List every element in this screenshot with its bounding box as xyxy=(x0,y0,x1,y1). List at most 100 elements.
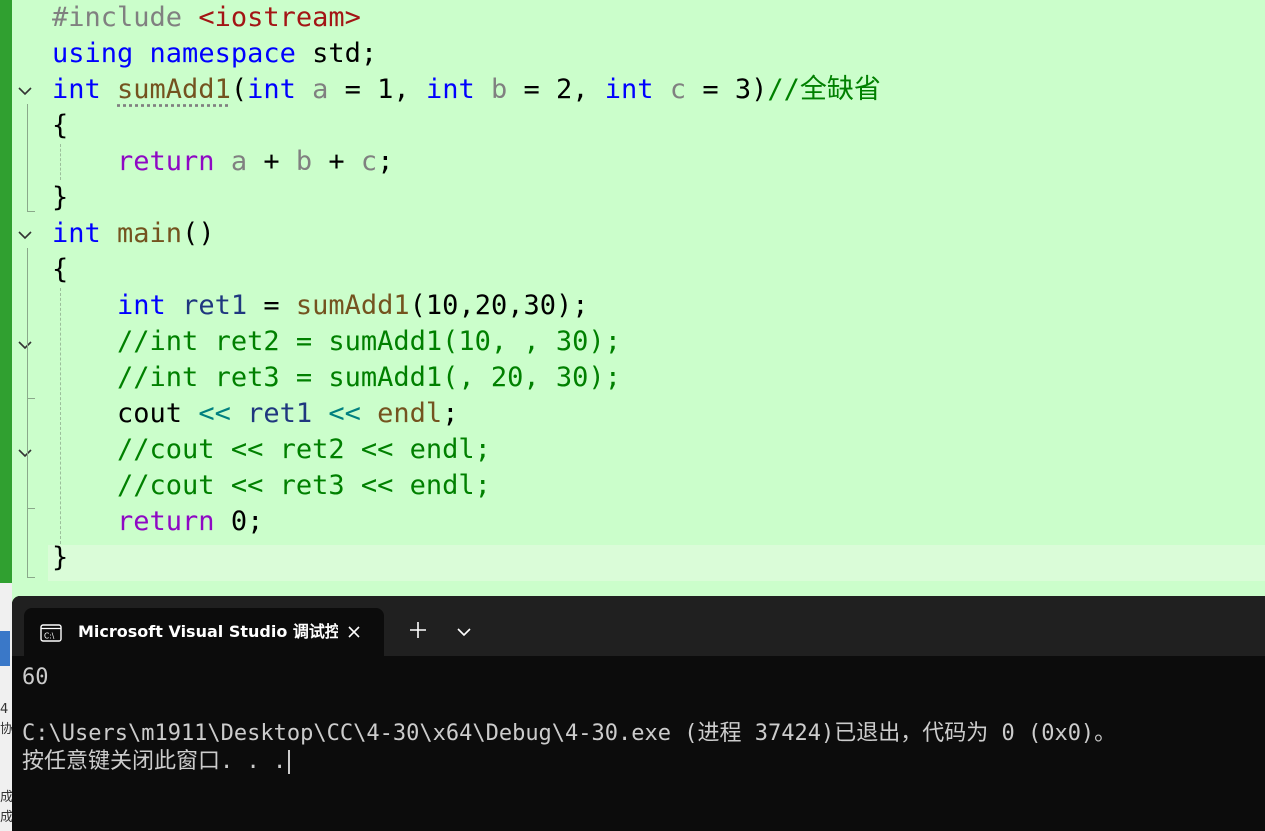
code-token: = 1, xyxy=(328,74,426,105)
code-token: ( xyxy=(230,74,248,105)
terminal-titlebar[interactable]: C:\ Microsoft Visual Studio 调试控 xyxy=(12,596,1265,656)
chevron-down-icon[interactable] xyxy=(452,620,476,644)
fold-toggle-icon[interactable] xyxy=(16,336,34,354)
fold-range-end xyxy=(27,508,35,509)
code-line[interactable]: { xyxy=(52,252,68,288)
code-token: = 3) xyxy=(686,74,768,105)
fold-toggle-icon[interactable] xyxy=(16,82,34,100)
code-line[interactable]: int main() xyxy=(52,216,215,252)
console-icon: C:\ xyxy=(40,624,62,642)
code-line[interactable]: //cout << ret2 << endl; xyxy=(52,432,491,468)
debug-console-window[interactable]: C:\ Microsoft Visual Studio 调试控 60 C:\Us… xyxy=(12,596,1265,831)
fold-range-line xyxy=(27,104,28,212)
code-token: { xyxy=(52,110,69,141)
background-window-accent xyxy=(0,631,10,666)
code-line[interactable]: //int ret2 = sumAdd1(10, , 30); xyxy=(52,324,621,360)
plus-icon[interactable] xyxy=(406,618,430,642)
code-token: << xyxy=(198,398,248,429)
code-token: sumAdd1 xyxy=(295,290,410,321)
code-token: ret1 xyxy=(247,398,329,429)
current-line-highlight xyxy=(48,545,1265,581)
code-token: using xyxy=(52,38,150,69)
code-line[interactable]: //int ret3 = sumAdd1(, 20, 30); xyxy=(52,360,621,396)
code-token: { xyxy=(52,254,69,285)
code-token: ; xyxy=(442,398,459,429)
code-token: namespace xyxy=(149,38,313,69)
code-token: a xyxy=(230,146,248,177)
code-line[interactable]: return a + b + c; xyxy=(52,144,393,180)
code-line[interactable]: { xyxy=(52,108,68,144)
code-token: <iostream> xyxy=(198,2,361,33)
output-line-prompt: 按任意键关闭此窗口. . . xyxy=(22,748,291,776)
code-token: int xyxy=(52,74,118,105)
fold-range-end xyxy=(27,577,35,578)
code-line[interactable]: using namespace std; xyxy=(52,36,377,72)
code-line[interactable]: #include <iostream> xyxy=(52,0,361,36)
code-token: //int ret2 = sumAdd1(10, , 30); xyxy=(117,326,621,357)
code-token: c xyxy=(669,74,687,105)
fold-range-line xyxy=(27,248,28,578)
prompt-text: 按任意键关闭此窗口. . . xyxy=(22,749,287,774)
code-token: = xyxy=(247,290,296,321)
code-line[interactable]: return 0; xyxy=(52,504,263,540)
code-editor[interactable]: #include <iostream> using namespace std; i… xyxy=(0,0,1265,583)
code-token: + xyxy=(247,146,296,177)
background-window-edge: 4 协 成 成 xyxy=(0,583,13,831)
close-icon[interactable] xyxy=(342,620,366,644)
code-token: } xyxy=(52,542,69,573)
terminal-tab[interactable]: C:\ Microsoft Visual Studio 调试控 xyxy=(24,608,384,656)
code-line[interactable]: } xyxy=(52,180,68,216)
code-token: ret1 xyxy=(182,290,248,321)
code-line[interactable]: } xyxy=(52,540,68,576)
code-token: = 2, xyxy=(507,74,605,105)
code-token: 0; xyxy=(230,506,264,537)
code-token: int xyxy=(117,290,183,321)
code-line[interactable]: int ret1 = sumAdd1(10,20,30); xyxy=(52,288,588,324)
code-token: int xyxy=(425,74,491,105)
code-token: cout xyxy=(117,398,199,429)
code-token: #include xyxy=(52,2,199,33)
background-window-text: 4 xyxy=(0,702,9,717)
code-line[interactable]: //cout << ret3 << endl; xyxy=(52,468,491,504)
fold-toggle-icon[interactable] xyxy=(16,444,34,462)
code-token: std; xyxy=(312,38,378,69)
code-token: int xyxy=(604,74,670,105)
code-line[interactable]: int sumAdd1(int a = 1, int b = 2, int c … xyxy=(52,72,881,108)
code-token: b xyxy=(490,74,508,105)
text-cursor xyxy=(288,750,291,774)
fold-toggle-icon[interactable] xyxy=(16,226,34,244)
change-tracking-bar xyxy=(0,0,12,583)
code-token: //cout << ret3 << endl; xyxy=(117,470,491,501)
code-token: (10,20,30); xyxy=(409,290,589,321)
code-token: + xyxy=(312,146,361,177)
code-token: sumAdd1 xyxy=(117,74,231,105)
code-token: c xyxy=(360,146,378,177)
code-token: b xyxy=(295,146,313,177)
code-token: return xyxy=(117,506,231,537)
svg-text:C:\: C:\ xyxy=(44,632,55,641)
code-token: a xyxy=(312,74,329,105)
code-token: } xyxy=(52,182,69,213)
code-token: return xyxy=(117,146,231,177)
output-line: 60 xyxy=(22,665,49,690)
code-token: //cout << ret2 << endl; xyxy=(117,434,491,465)
code-token: //全缺省 xyxy=(767,74,881,105)
code-token: ; xyxy=(377,146,394,177)
output-line: C:\Users\m1911\Desktop\CC\4-30\x64\Debug… xyxy=(22,721,1117,746)
code-token: main xyxy=(117,218,183,249)
code-token: << xyxy=(328,398,378,429)
code-token: endl xyxy=(377,398,443,429)
tab-title: Microsoft Visual Studio 调试控 xyxy=(78,622,338,641)
fold-range-end xyxy=(27,398,35,399)
code-token: //int ret3 = sumAdd1(, 20, 30); xyxy=(117,362,621,393)
code-token: int xyxy=(52,218,118,249)
code-line[interactable]: cout << ret1 << endl; xyxy=(52,396,458,432)
